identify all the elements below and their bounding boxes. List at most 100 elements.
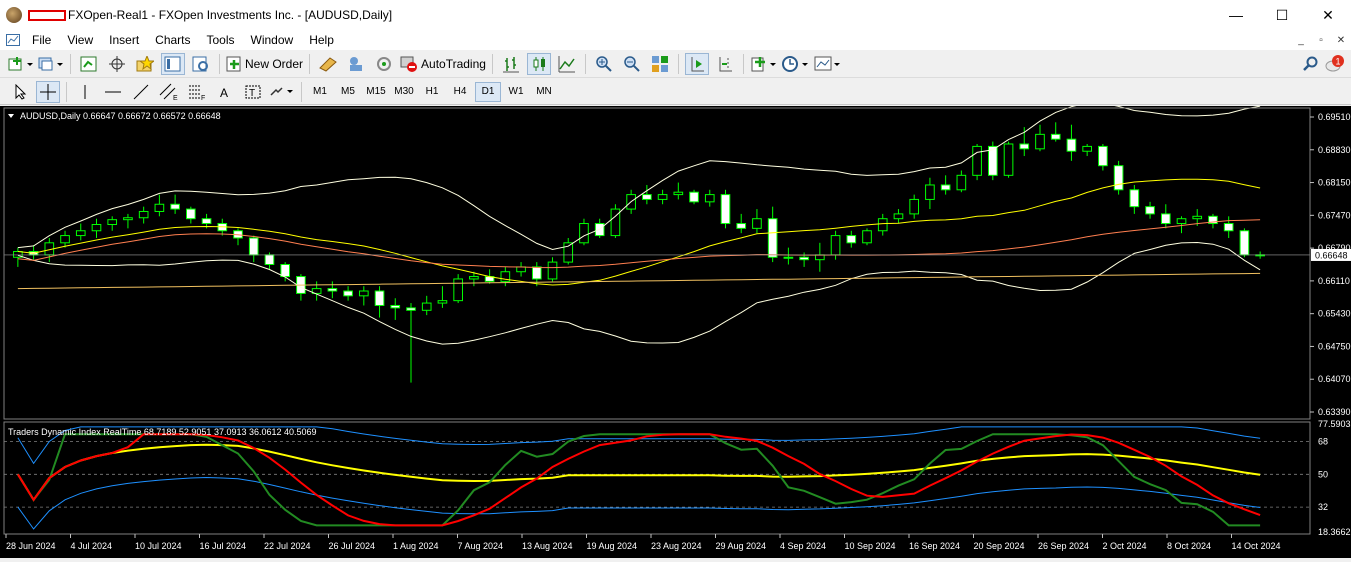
menu-view[interactable]: View	[59, 33, 101, 47]
timeframe-m1[interactable]: M1	[307, 82, 333, 102]
favorites-button[interactable]	[133, 53, 157, 75]
app-icon[interactable]	[6, 7, 22, 23]
timeframe-m15[interactable]: M15	[363, 82, 389, 102]
profiles-button[interactable]	[38, 53, 64, 75]
menu-bar: File View Insert Charts Tools Window Hel…	[0, 30, 1351, 50]
bearish-candle	[1129, 189, 1140, 208]
bullish-candle	[1035, 133, 1045, 150]
date-tick-label: 14 Oct 2024	[1232, 541, 1281, 551]
tester-icon	[192, 56, 208, 71]
price-tick-label: 0.64070	[1318, 374, 1351, 384]
periods-button[interactable]	[781, 53, 810, 75]
trendline-button[interactable]	[129, 81, 153, 103]
tile-windows-button[interactable]	[648, 53, 672, 75]
bar-chart-button[interactable]	[499, 53, 523, 75]
bearish-candle	[406, 307, 416, 311]
text-button[interactable]: A	[213, 81, 237, 103]
bearish-candle	[846, 235, 857, 244]
new-order-button[interactable]: New Order	[226, 53, 303, 75]
menu-file[interactable]: File	[24, 33, 59, 47]
templates-icon	[814, 56, 840, 70]
cursor-button[interactable]	[8, 81, 32, 103]
signals-button[interactable]	[372, 53, 396, 75]
indicator-tick-label: 32	[1318, 502, 1328, 512]
bearish-candle	[799, 256, 809, 261]
metaeditor-button[interactable]	[316, 53, 340, 75]
crosshair-button[interactable]	[36, 80, 60, 103]
chart-window-icon[interactable]	[4, 29, 22, 51]
bid-price-label: 0.66648	[1315, 250, 1348, 260]
date-tick-label: 10 Jul 2024	[135, 541, 182, 551]
autoscroll-icon	[691, 56, 704, 71]
maximize-button[interactable]: ☐	[1259, 0, 1305, 30]
navigator-icon	[109, 55, 125, 72]
chart-canvas[interactable]: 0.695100.688300.681500.674700.667900.661…	[0, 102, 1351, 558]
price-tick-label: 0.65430	[1318, 309, 1351, 319]
timeframe-mn[interactable]: MN	[531, 82, 557, 102]
line-chart-button[interactable]	[555, 53, 579, 75]
strategy-tester-button[interactable]	[189, 53, 213, 75]
menu-charts[interactable]: Charts	[147, 33, 198, 47]
notifications-button[interactable]: 1	[1323, 53, 1347, 75]
terminal-button[interactable]	[161, 52, 185, 75]
templates-button[interactable]	[814, 53, 842, 75]
mdi-close-button[interactable]: ✕	[1331, 35, 1351, 46]
horizontal-line-button[interactable]	[101, 81, 125, 103]
menu-window[interactable]: Window	[243, 33, 302, 47]
tdi-trade-signal-line	[17, 433, 1261, 527]
toolbar-separator	[584, 53, 586, 74]
bearish-candle	[642, 194, 652, 200]
mdi-restore-button[interactable]: ▫	[1311, 35, 1331, 46]
candle-chart-button[interactable]	[526, 52, 551, 75]
menu-insert[interactable]: Insert	[101, 33, 147, 47]
timeframe-h1[interactable]: H1	[419, 82, 445, 102]
bearish-candle	[1223, 223, 1234, 232]
minimize-button[interactable]: —	[1213, 0, 1259, 30]
chart-shift-button[interactable]	[713, 53, 737, 75]
zoom-out-button[interactable]	[620, 53, 644, 75]
timeframe-d1[interactable]: D1	[475, 81, 501, 102]
bullish-candle	[877, 218, 888, 232]
vertical-line-button[interactable]	[73, 81, 97, 103]
status-bar	[0, 558, 1351, 562]
timeframe-w1[interactable]: W1	[503, 82, 529, 102]
date-tick-label: 26 Sep 2024	[1038, 541, 1089, 551]
text-label-button[interactable]: T	[241, 81, 265, 103]
indicator-pane[interactable]	[4, 426, 1310, 530]
close-button[interactable]: ✕	[1305, 0, 1351, 30]
fibonacci-button[interactable]: F	[185, 81, 209, 103]
market-button[interactable]	[344, 53, 368, 75]
bullish-candle	[421, 302, 432, 311]
timeframe-h4[interactable]: H4	[447, 82, 473, 102]
indicators-button[interactable]	[750, 53, 778, 75]
indicator-tick-label: 77.5903	[1318, 419, 1351, 429]
zoom-out-icon	[624, 55, 640, 72]
arrows-button[interactable]	[269, 81, 295, 103]
timeframe-m5[interactable]: M5	[335, 82, 361, 102]
chart-shift-icon	[719, 56, 732, 71]
menu-help[interactable]: Help	[301, 33, 342, 47]
price-tick-label: 0.63390	[1318, 407, 1351, 417]
bullish-candle	[909, 198, 920, 215]
price-pane[interactable]	[4, 102, 1310, 383]
menu-tools[interactable]: Tools	[199, 33, 243, 47]
bullish-candle	[437, 300, 448, 304]
bearish-candle	[264, 254, 275, 266]
crosshair-navigator-button[interactable]	[105, 53, 129, 75]
search-button[interactable]	[1299, 53, 1323, 75]
new-chart-button[interactable]	[8, 53, 34, 75]
chart-window[interactable]: 0.69510 0.68830 0.68150 0.67470 0.66790 0.661…	[0, 102, 1351, 558]
date-tick-label: 23 Aug 2024	[651, 541, 702, 551]
price-tick-label: 0.68830	[1318, 145, 1351, 155]
tile-windows-icon	[651, 55, 668, 72]
autoscroll-button[interactable]	[684, 52, 709, 75]
zoom-in-button[interactable]	[592, 53, 616, 75]
bearish-candle	[1160, 213, 1171, 225]
equidistant-channel-button[interactable]: E	[157, 81, 181, 103]
mdi-minimize-button[interactable]: _	[1291, 35, 1311, 46]
timeframe-m30[interactable]: M30	[391, 82, 417, 102]
search-icon	[1303, 56, 1318, 71]
market-watch-button[interactable]	[77, 53, 101, 75]
autotrading-button[interactable]: AutoTrading	[400, 53, 486, 75]
date-tick-label: 1 Aug 2024	[393, 541, 439, 551]
